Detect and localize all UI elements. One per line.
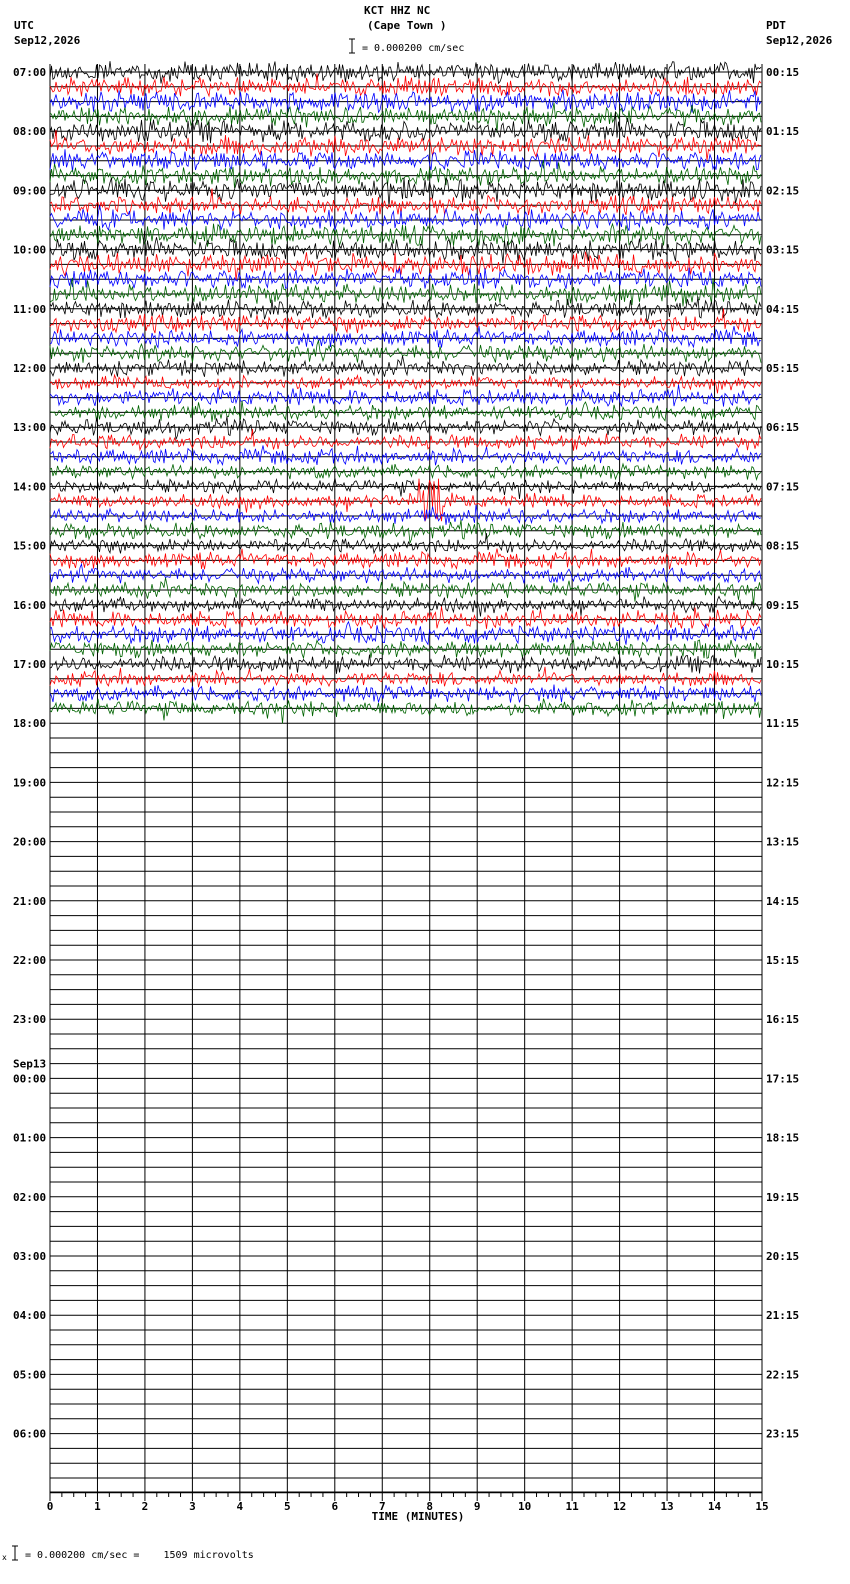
pdt-hour-label: 01:15 (766, 125, 799, 138)
seismic-trace (49, 159, 762, 189)
pdt-hour-label: 05:15 (766, 362, 799, 375)
svg-text:x: x (2, 1553, 7, 1562)
seismic-trace (49, 355, 762, 377)
x-tick-label: 15 (755, 1500, 768, 1513)
utc-hour-label: 10:00 (13, 244, 46, 257)
seismic-trace (49, 595, 762, 617)
pdt-hour-label: 11:15 (766, 717, 799, 730)
utc-hour-label: 01:00 (13, 1132, 46, 1145)
seismic-trace (49, 177, 762, 208)
utc-hour-label: 00:00 (13, 1072, 46, 1085)
date-change-label: Sep13 (13, 1057, 46, 1070)
pdt-hour-label: 12:15 (766, 776, 799, 789)
pdt-hour-label: 15:15 (766, 954, 799, 967)
x-tick-label: 6 (331, 1500, 338, 1513)
pdt-hour-label: 06:15 (766, 421, 799, 434)
pdt-hour-label: 17:15 (766, 1072, 799, 1085)
x-tick-label: 0 (47, 1500, 54, 1513)
x-tick-label: 3 (189, 1500, 196, 1513)
x-tick-label: 13 (660, 1500, 673, 1513)
x-axis-title: TIME (MINUTES) (372, 1510, 465, 1523)
x-tick-label: 4 (237, 1500, 244, 1513)
seismic-trace (49, 548, 762, 570)
seismic-trace (49, 477, 762, 500)
seismic-trace (49, 698, 762, 724)
pdt-hour-label: 22:15 (766, 1368, 799, 1381)
utc-hour-label: 21:00 (13, 895, 46, 908)
x-tick-label: 9 (474, 1500, 481, 1513)
utc-hour-label: 05:00 (13, 1368, 46, 1381)
seismic-trace (49, 666, 762, 688)
seismic-trace (49, 267, 762, 289)
pdt-hour-label: 23:15 (766, 1428, 799, 1441)
pdt-hour-label: 02:15 (766, 184, 799, 197)
seismic-trace (49, 384, 762, 407)
seismic-trace (49, 373, 762, 394)
utc-hour-label: 20:00 (13, 836, 46, 849)
pdt-hour-label: 08:15 (766, 540, 799, 553)
pdt-hour-label: 21:15 (766, 1309, 799, 1322)
seismic-trace (49, 533, 762, 555)
pdt-hour-label: 09:15 (766, 599, 799, 612)
pdt-hour-label: 07:15 (766, 480, 799, 493)
x-tick-label: 2 (142, 1500, 149, 1513)
seismic-trace (49, 606, 762, 630)
x-tick-label: 10 (518, 1500, 531, 1513)
pdt-hour-label: 04:15 (766, 303, 799, 316)
utc-hour-label: 08:00 (13, 125, 46, 138)
seismic-trace (49, 428, 762, 452)
pdt-hour-label: 18:15 (766, 1132, 799, 1145)
pdt-hour-label: 19:15 (766, 1191, 799, 1204)
utc-hour-label: 15:00 (13, 540, 46, 553)
seismic-trace (49, 296, 762, 323)
utc-hour-label: 17:00 (13, 658, 46, 671)
utc-hour-label: 07:00 (13, 66, 46, 79)
utc-hour-label: 03:00 (13, 1250, 46, 1263)
utc-hour-label: 09:00 (13, 184, 46, 197)
seismic-trace (49, 620, 762, 646)
pdt-hour-label: 16:15 (766, 1013, 799, 1026)
utc-hour-label: 18:00 (13, 717, 46, 730)
utc-hour-label: 13:00 (13, 421, 46, 434)
utc-hour-label: 04:00 (13, 1309, 46, 1322)
seismic-trace (49, 277, 762, 307)
pdt-hour-label: 03:15 (766, 244, 799, 257)
x-tick-label: 11 (566, 1500, 580, 1513)
utc-hour-label: 14:00 (13, 480, 46, 493)
utc-hour-label: 06:00 (13, 1428, 46, 1441)
seismic-trace (49, 684, 762, 704)
utc-hour-label: 12:00 (13, 362, 46, 375)
x-tick-label: 12 (613, 1500, 626, 1513)
utc-hour-label: 19:00 (13, 776, 46, 789)
pdt-hour-label: 20:15 (766, 1250, 799, 1263)
pdt-hour-label: 10:15 (766, 658, 799, 671)
pdt-hour-label: 14:15 (766, 895, 799, 908)
seismic-trace (49, 400, 762, 422)
utc-hour-label: 23:00 (13, 1013, 46, 1026)
seismic-trace (49, 562, 762, 585)
utc-hour-label: 02:00 (13, 1191, 46, 1204)
pdt-hour-label: 13:15 (766, 836, 799, 849)
seismic-trace (49, 230, 762, 264)
seismic-trace (49, 326, 762, 349)
pdt-hour-label: 00:15 (766, 66, 799, 79)
seismic-trace (49, 577, 762, 605)
seismic-trace (49, 519, 762, 544)
utc-hour-label: 22:00 (13, 954, 46, 967)
x-tick-label: 14 (708, 1500, 722, 1513)
seismogram-chart: x 07:00 08:00 09:00 10:00 11:00 12:00 13:00 14:… (2, 38, 799, 1562)
x-tick-label: 5 (284, 1500, 291, 1513)
utc-hour-label: 16:00 (13, 599, 46, 612)
seismic-trace (49, 445, 762, 466)
seismic-trace (49, 504, 762, 525)
utc-hour-label: 11:00 (13, 303, 46, 316)
x-tick-label: 1 (94, 1500, 101, 1513)
scale-bar-icon: x (2, 38, 355, 1562)
